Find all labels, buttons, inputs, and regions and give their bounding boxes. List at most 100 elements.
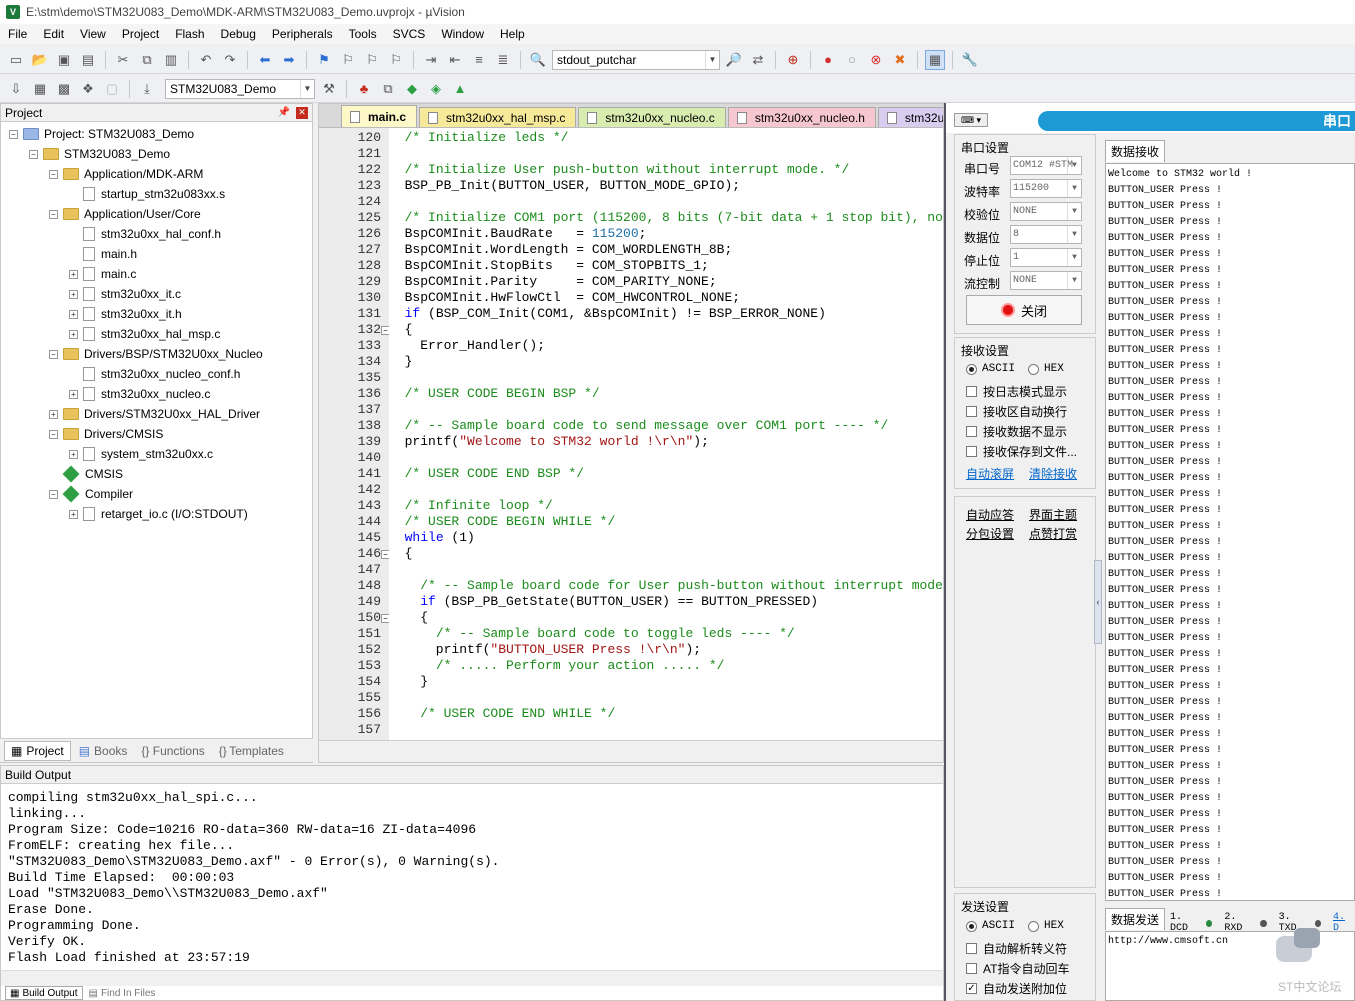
expand-icon[interactable]: + xyxy=(69,329,78,339)
uncomment-icon[interactable]: ≣ xyxy=(493,50,513,70)
menu-project[interactable]: Project xyxy=(114,27,167,41)
tree-item[interactable]: − Compiler xyxy=(49,484,133,504)
editor-tab[interactable]: stm32u0xx_nucleo.h xyxy=(727,107,876,127)
target-options-icon[interactable]: ⚒ xyxy=(319,79,339,99)
expand-icon[interactable]: + xyxy=(69,449,78,459)
build-output-text[interactable]: compiling stm32u0xx_hal_spi.c... linking.… xyxy=(1,790,943,970)
expand-icon[interactable]: + xyxy=(69,269,78,279)
rx-hex-radio[interactable]: HEX xyxy=(1028,363,1064,375)
tx-option-checkbox[interactable]: ✓ 自动发送附加位 xyxy=(966,980,1067,997)
chevron-down-icon[interactable]: ▼ xyxy=(1067,180,1081,197)
tab-data-send[interactable]: 数据发送 xyxy=(1105,908,1165,930)
bookmark-icon[interactable]: ⚑ xyxy=(314,50,334,70)
breakpoint-disable-all-icon[interactable]: ⊗ xyxy=(866,50,886,70)
tree-item[interactable]: − Drivers/CMSIS xyxy=(49,424,163,444)
tree-item[interactable]: + retarget_io.c (I/O:STDOUT) xyxy=(69,504,248,524)
port-field-dropdown[interactable]: 115200 ▼ xyxy=(1010,179,1082,198)
translate-icon[interactable]: ⇩ xyxy=(6,79,26,99)
collapse-icon[interactable]: − xyxy=(9,129,18,139)
collapse-icon[interactable]: − xyxy=(49,349,58,359)
tx-ascii-radio[interactable]: ASCII xyxy=(966,920,1015,932)
tab-data-receive[interactable]: 数据接收 xyxy=(1105,140,1165,162)
download-icon[interactable]: ⤓ xyxy=(137,79,157,99)
tree-item[interactable]: − Application/User/Core xyxy=(49,204,201,224)
unindent-icon[interactable]: ⇤ xyxy=(445,50,465,70)
menu-flash[interactable]: Flash xyxy=(167,27,212,41)
copy-icon[interactable]: ⧉ xyxy=(137,50,157,70)
pack-installer-icon[interactable]: ▲ xyxy=(450,79,470,99)
incremental-find-icon[interactable]: ⇄ xyxy=(748,50,768,70)
menu-debug[interactable]: Debug xyxy=(213,27,264,41)
breakpoint-insert-icon[interactable]: ● xyxy=(818,50,838,70)
undo-icon[interactable]: ↶ xyxy=(196,50,216,70)
expand-icon[interactable]: + xyxy=(69,509,78,519)
bookmark-clear-icon[interactable]: ⚐ xyxy=(386,50,406,70)
tree-item[interactable]: + stm32u0xx_hal_msp.c xyxy=(69,324,220,344)
tab-build-output[interactable]: ▦ Build Output xyxy=(5,986,83,1000)
tree-item[interactable]: stm32u0xx_hal_conf.h xyxy=(69,224,221,244)
tree-item[interactable]: + stm32u0xx_it.c xyxy=(69,284,181,304)
collapse-icon[interactable]: − xyxy=(49,209,58,219)
pin-icon[interactable]: 📌 xyxy=(278,107,290,118)
auto-reply-link[interactable]: 自动应答 xyxy=(966,506,1014,523)
theme-link[interactable]: 界面主题 xyxy=(1029,506,1077,523)
chevron-down-icon[interactable]: ▼ xyxy=(1067,272,1081,289)
save-all-icon[interactable]: ▤ xyxy=(78,50,98,70)
chevron-down-icon[interactable]: ▼ xyxy=(705,50,719,69)
rebuild-icon[interactable]: ▩ xyxy=(54,79,74,99)
port-field-dropdown[interactable]: 1 ▼ xyxy=(1010,248,1082,267)
breakpoint-kill-all-icon[interactable]: ✖ xyxy=(890,50,910,70)
tree-item[interactable]: − Project: STM32U083_Demo xyxy=(9,124,194,144)
chevron-down-icon[interactable]: ▼ xyxy=(1067,226,1081,243)
manage-rte-icon[interactable]: ◆ xyxy=(402,79,422,99)
close-icon[interactable]: ✕ xyxy=(296,106,308,119)
tab-books[interactable]: ▤ Books xyxy=(73,741,134,761)
code-area[interactable]: /* Initialize leds */ /* Initialize User… xyxy=(389,128,943,740)
tree-item[interactable]: + stm32u0xx_nucleo.c xyxy=(69,384,210,404)
donate-link[interactable]: 点赞打赏 xyxy=(1029,525,1077,542)
tree-item[interactable]: main.h xyxy=(69,244,137,264)
port-field-dropdown[interactable]: COM12 #STM ▼ xyxy=(1010,156,1082,175)
comment-icon[interactable]: ≡ xyxy=(469,50,489,70)
configure-icon[interactable]: 🔧 xyxy=(960,50,980,70)
nav-forward-icon[interactable]: ➡ xyxy=(279,50,299,70)
cut-icon[interactable]: ✂ xyxy=(113,50,133,70)
open-folder-icon[interactable]: 📂 xyxy=(30,50,50,70)
rx-ascii-radio[interactable]: ASCII xyxy=(966,363,1015,375)
chevron-down-icon[interactable]: ▼ xyxy=(1067,249,1081,266)
menu-peripherals[interactable]: Peripherals xyxy=(264,27,341,41)
bookmark-prev-icon[interactable]: ⚐ xyxy=(338,50,358,70)
receive-text-area[interactable]: Welcome to STM32 world ! BUTTON_USER Pres… xyxy=(1105,163,1355,901)
tree-item[interactable]: − Application/MDK-ARM xyxy=(49,164,203,184)
collapse-icon[interactable]: − xyxy=(49,429,58,439)
tab-find-in-files[interactable]: ▤ Find In Files xyxy=(85,986,160,1000)
editor-tab[interactable]: stm32u0xx_hal_msp.c xyxy=(419,107,577,127)
editor-hscrollbar[interactable] xyxy=(319,740,943,762)
packet-settings-link[interactable]: 分包设置 xyxy=(966,525,1014,542)
tab-templates[interactable]: {} Templates xyxy=(213,741,290,761)
menu-svcs[interactable]: SVCS xyxy=(385,27,434,41)
build-icon[interactable]: ▦ xyxy=(30,79,50,99)
tree-item[interactable]: + system_stm32u0xx.c xyxy=(69,444,213,464)
tree-item[interactable]: − Drivers/BSP/STM32U0xx_Nucleo xyxy=(49,344,263,364)
collapse-icon[interactable]: − xyxy=(49,169,58,179)
auto-scroll-link[interactable]: 自动滚屏 xyxy=(966,465,1014,482)
menu-file[interactable]: File xyxy=(0,27,35,41)
tab-functions[interactable]: {} Functions xyxy=(135,741,210,761)
clear-receive-link[interactable]: 清除接收 xyxy=(1029,465,1077,482)
tree-item[interactable]: + Drivers/STM32U0xx_HAL_Driver xyxy=(49,404,260,424)
manage-project-items-icon[interactable]: ♣ xyxy=(354,79,374,99)
expand-icon[interactable]: + xyxy=(69,309,78,319)
bookmark-next-icon[interactable]: ⚐ xyxy=(362,50,382,70)
rx-option-checkbox[interactable]: 接收数据不显示 xyxy=(966,423,1067,440)
expand-icon[interactable]: + xyxy=(69,289,78,299)
tree-item[interactable]: + stm32u0xx_it.h xyxy=(69,304,182,324)
menu-help[interactable]: Help xyxy=(492,27,533,41)
paste-icon[interactable]: ▥ xyxy=(161,50,181,70)
file-extensions-icon[interactable]: ⧉ xyxy=(378,79,398,99)
menu-edit[interactable]: Edit xyxy=(35,27,72,41)
rx-option-checkbox[interactable]: 接收区自动换行 xyxy=(966,403,1067,420)
find-in-files-icon[interactable]: 🔍 xyxy=(528,50,548,70)
select-packs-icon[interactable]: ◈ xyxy=(426,79,446,99)
port-field-dropdown[interactable]: NONE ▼ xyxy=(1010,271,1082,290)
